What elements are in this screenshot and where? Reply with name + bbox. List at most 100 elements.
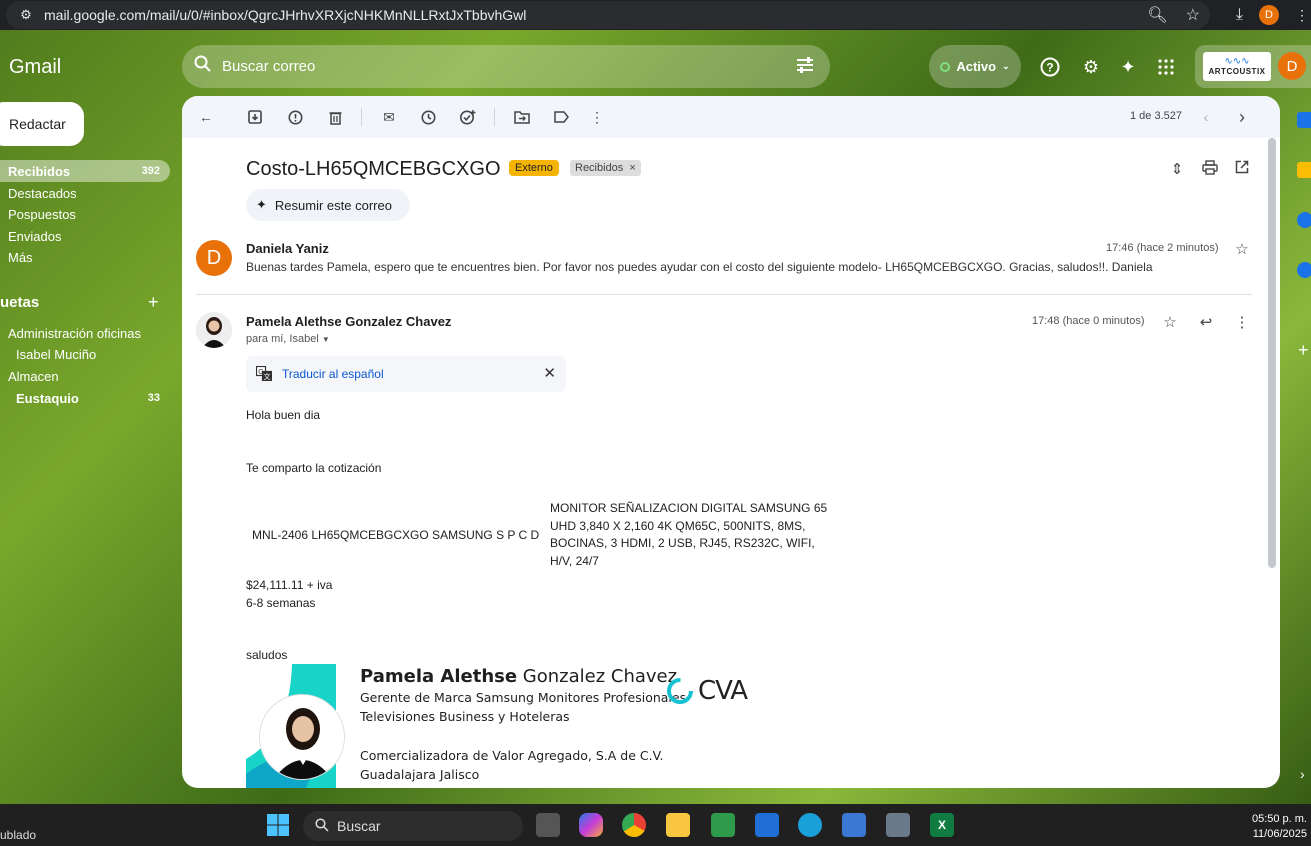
back-arrow-icon[interactable]: ← [196, 107, 216, 127]
browser-profile-avatar[interactable]: D [1259, 5, 1279, 25]
status-button[interactable]: Activo ⌄ [929, 45, 1021, 88]
site-settings-icon[interactable]: ⚙ [12, 1, 40, 29]
signature-city: Guadalajara Jalisco [360, 767, 480, 782]
expand-collapse-icon[interactable]: ⇕ [1167, 160, 1187, 178]
store-icon[interactable] [842, 813, 866, 837]
label-item-almacen[interactable]: Almacen [0, 365, 170, 387]
translate-icon: G文 [255, 365, 273, 384]
gmail-logo[interactable]: Gmail [9, 56, 61, 79]
file-explorer-icon[interactable] [666, 813, 690, 837]
zoom-icon[interactable]: 🔍︎ [1147, 5, 1167, 25]
search-options-icon[interactable] [796, 57, 814, 78]
browser-menu-icon[interactable]: ⋮ [1295, 7, 1309, 24]
chrome-icon[interactable] [622, 813, 646, 837]
recipients-line[interactable]: para mí, Isabel ▼ [246, 333, 330, 345]
nav-item-inbox[interactable]: Recibidos 392 [0, 160, 170, 182]
sender-avatar[interactable]: D [196, 240, 232, 276]
delete-trash-icon[interactable] [325, 107, 345, 127]
cva-ring-icon [667, 678, 693, 704]
apps-grid-icon[interactable] [1155, 56, 1177, 78]
nav-item-sent[interactable]: Enviados [0, 225, 170, 247]
compose-button[interactable]: Redactar [0, 102, 84, 146]
message-snippet[interactable]: Buenas tardes Pamela, espero que te encu… [246, 260, 1153, 274]
nav-item-starred[interactable]: Destacados [0, 182, 170, 204]
address-bar[interactable]: ⚙ mail.google.com/mail/u/0/#inbox/QgrcJH… [6, 1, 1210, 29]
settings-gear-icon[interactable]: ⚙ [1080, 56, 1102, 78]
add-addon-plus-icon[interactable]: + [1298, 340, 1309, 361]
account-avatar[interactable]: D [1278, 52, 1306, 80]
body-closing: saludos [246, 648, 288, 662]
message-time: 17:46 (hace 2 minutos) [1106, 242, 1219, 254]
next-chevron-icon[interactable]: › [1232, 107, 1252, 127]
account-box[interactable]: ∿∿∿ ARTCOUSTIX D [1195, 45, 1311, 88]
prev-chevron-icon[interactable]: ‹ [1196, 107, 1216, 127]
archive-icon[interactable] [245, 107, 265, 127]
summarize-button[interactable]: ✦ Resumir este correo [246, 189, 410, 221]
sound-wave-icon: ∿∿∿ [1224, 56, 1250, 67]
message-divider [196, 294, 1252, 295]
sender-avatar-photo[interactable] [196, 312, 232, 348]
label-item-eustaquio[interactable]: Eustaquio 33 [0, 387, 170, 409]
status-dot-icon [940, 61, 951, 72]
remove-label-x-icon[interactable]: × [629, 162, 635, 174]
calendar-icon[interactable] [1297, 112, 1311, 128]
more-options-icon[interactable]: ⋮ [587, 107, 607, 127]
more-options-icon[interactable]: ⋮ [1232, 313, 1252, 331]
translate-link[interactable]: Traducir al español [282, 367, 384, 381]
tasks-icon[interactable] [1297, 212, 1311, 228]
star-icon[interactable]: ☆ [1160, 313, 1180, 331]
add-task-icon[interactable] [458, 107, 478, 127]
move-to-folder-icon[interactable] [512, 107, 532, 127]
reply-arrow-icon[interactable]: ↩ [1196, 313, 1216, 331]
system-clock[interactable]: 05:50 p. m. 11/06/2025 [1252, 812, 1307, 842]
windows-start-icon[interactable] [266, 813, 290, 837]
taskbar-search[interactable]: Buscar [303, 811, 523, 841]
show-side-panel-chevron-icon[interactable]: › [1300, 766, 1305, 782]
sender-name[interactable]: Daniela Yaniz [246, 241, 329, 256]
mark-unread-icon[interactable]: ✉ [379, 107, 399, 127]
label-item-administracion[interactable]: Administración oficinas [0, 322, 170, 344]
search-input[interactable]: Buscar correo [222, 58, 315, 75]
print-icon[interactable] [1200, 160, 1220, 179]
translate-banner: G文 Traducir al español ✕ [246, 356, 566, 392]
help-icon[interactable]: ? [1039, 56, 1061, 78]
nav-item-more[interactable]: Más [0, 246, 170, 268]
quote-price: $24,111.11 + iva [246, 578, 333, 592]
excel-icon[interactable]: X [930, 813, 954, 837]
gemini-sparkle-icon[interactable]: ✦ [1117, 56, 1139, 78]
caret-down-icon[interactable]: ▼ [322, 335, 330, 344]
add-label-plus-icon[interactable]: + [148, 292, 159, 313]
pagination-count: 1 de 3.527 [1130, 110, 1182, 122]
edge-icon[interactable] [798, 813, 822, 837]
search-icon[interactable] [194, 55, 216, 78]
sender-name[interactable]: Pamela Alethse Gonzalez Chavez [246, 314, 451, 329]
download-icon[interactable]: ⤓ [1236, 6, 1243, 24]
calculator-icon[interactable] [886, 813, 910, 837]
contacts-icon[interactable] [1297, 262, 1311, 278]
close-icon[interactable]: ✕ [543, 364, 556, 382]
star-icon[interactable]: ☆ [1232, 240, 1252, 258]
copilot-icon[interactable] [579, 813, 603, 837]
keep-icon[interactable] [1297, 162, 1311, 178]
snooze-clock-icon[interactable] [418, 107, 438, 127]
scrollbar-thumb[interactable] [1268, 138, 1276, 568]
quote-item-description: MONITOR SEÑALIZACION DIGITAL SAMSUNG 65 … [550, 501, 828, 568]
nav-item-snoozed[interactable]: Pospuestos [0, 203, 170, 225]
search-icon [315, 817, 329, 835]
label-item-isabel[interactable]: Isabel Muciño [0, 343, 170, 365]
search-bar[interactable]: Buscar correo [182, 45, 830, 88]
toolbar-divider [361, 108, 362, 126]
report-spam-icon[interactable] [285, 107, 305, 127]
app-icon[interactable] [711, 813, 735, 837]
inbox-label-chip[interactable]: Recibidos × [570, 160, 641, 176]
open-new-window-icon[interactable] [1232, 160, 1252, 178]
weather-widget[interactable]: ublado [0, 828, 36, 842]
label-tag-icon[interactable] [551, 107, 571, 127]
message-time: 17:48 (hace 0 minutos) [1032, 315, 1145, 327]
url-text[interactable]: mail.google.com/mail/u/0/#inbox/QgrcJHrh… [44, 7, 526, 23]
app-icon[interactable] [755, 813, 779, 837]
task-view-icon[interactable] [536, 813, 560, 837]
bookmark-star-icon[interactable]: ☆ [1186, 5, 1200, 25]
signature-company: Comercializadora de Valor Agregado, S.A … [360, 748, 664, 763]
quote-delivery-time: 6-8 semanas [246, 596, 316, 610]
